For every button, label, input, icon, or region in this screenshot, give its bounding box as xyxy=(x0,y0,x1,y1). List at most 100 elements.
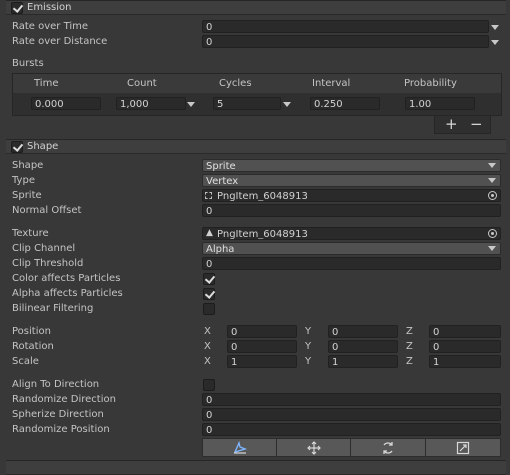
rotation-z-axis-label: Z xyxy=(406,341,413,352)
next-module-header[interactable] xyxy=(6,460,506,475)
emission-enabled-checkbox[interactable] xyxy=(11,2,23,14)
rotation-label: Rotation xyxy=(12,341,54,352)
rate-over-time-dropdown-icon[interactable] xyxy=(491,25,499,30)
remove-burst-button[interactable]: − xyxy=(470,116,483,132)
position-y-axis-label: Y xyxy=(305,326,312,337)
randomize-direction-label: Randomize Direction xyxy=(12,394,116,405)
position-label: Position xyxy=(12,326,51,337)
texture-asset-icon: ▲ xyxy=(206,228,213,238)
alpha-affects-particles-label: Alpha affects Particles xyxy=(12,288,123,299)
scale-icon xyxy=(456,441,470,455)
chevron-down-icon xyxy=(488,163,496,168)
burst-probability-field[interactable]: 1.00 xyxy=(405,97,475,110)
rotation-z-field[interactable]: 0 xyxy=(429,340,501,353)
texture-value: PngItem_6048913 xyxy=(217,229,308,240)
alpha-affects-particles-checkbox[interactable] xyxy=(203,288,215,300)
scale-y-field[interactable]: 1 xyxy=(328,355,398,368)
burst-cycles-dropdown-icon[interactable] xyxy=(283,102,291,107)
randomize-position-field[interactable]: 0 xyxy=(202,423,501,436)
burst-cycles-field[interactable]: 5 xyxy=(213,97,281,110)
rotation-y-axis-label: Y xyxy=(305,341,312,352)
bursts-col-time: Time xyxy=(34,78,59,89)
shape-enabled-checkbox[interactable] xyxy=(11,141,23,153)
rotation-x-field[interactable]: 0 xyxy=(227,340,297,353)
rotate-tool-button[interactable] xyxy=(350,438,426,457)
color-affects-particles-label: Color affects Particles xyxy=(12,273,121,284)
scale-tool-button[interactable] xyxy=(425,438,501,457)
position-z-axis-label: Z xyxy=(406,326,413,337)
texture-label: Texture xyxy=(12,228,49,239)
position-x-axis-label: X xyxy=(204,326,211,337)
shape-dropdown-value: Sprite xyxy=(206,161,236,172)
rotation-x-axis-label: X xyxy=(204,341,211,352)
bursts-footer: + − xyxy=(434,116,491,134)
rate-over-distance-dropdown-icon[interactable] xyxy=(491,40,499,45)
scale-z-axis-label: Z xyxy=(406,356,413,367)
clip-threshold-label: Clip Threshold xyxy=(12,258,84,269)
bilinear-filtering-label: Bilinear Filtering xyxy=(12,303,94,314)
position-x-field[interactable]: 0 xyxy=(227,325,297,338)
edit-shape-button[interactable] xyxy=(202,438,277,457)
bursts-col-cycles: Cycles xyxy=(219,78,252,89)
align-to-direction-checkbox[interactable] xyxy=(203,379,215,391)
clip-channel-value: Alpha xyxy=(206,244,235,255)
rate-over-distance-label: Rate over Distance xyxy=(12,36,108,47)
shape-dropdown[interactable]: Sprite xyxy=(202,159,501,172)
align-to-direction-label: Align To Direction xyxy=(12,379,100,390)
edit-shape-icon xyxy=(233,440,247,454)
bursts-label: Bursts xyxy=(12,58,44,69)
type-dropdown[interactable]: Vertex xyxy=(202,174,501,187)
rate-over-time-label: Rate over Time xyxy=(12,21,89,32)
bursts-header: Time Count Cycles Interval Probability xyxy=(13,74,501,93)
clip-threshold-field[interactable]: 0 xyxy=(202,257,501,270)
scale-label: Scale xyxy=(12,356,39,367)
bursts-col-interval: Interval xyxy=(312,78,351,89)
bilinear-filtering-checkbox[interactable] xyxy=(203,303,215,315)
normal-offset-label: Normal Offset xyxy=(12,205,82,216)
scale-x-axis-label: X xyxy=(204,356,211,367)
rate-over-distance-field[interactable]: 0 xyxy=(202,35,489,48)
object-picker-icon[interactable] xyxy=(488,229,497,238)
normal-offset-field[interactable]: 0 xyxy=(202,204,501,217)
burst-time-field[interactable]: 0.000 xyxy=(31,97,101,110)
clip-channel-label: Clip Channel xyxy=(12,243,76,254)
object-picker-icon[interactable] xyxy=(488,191,497,200)
bursts-col-count: Count xyxy=(127,78,157,89)
sprite-value: PngItem_6048913 xyxy=(217,191,308,202)
scale-z-field[interactable]: 1 xyxy=(429,355,501,368)
move-tool-button[interactable] xyxy=(276,438,351,457)
clip-channel-dropdown[interactable]: Alpha xyxy=(202,242,501,255)
emission-title: Emission xyxy=(27,2,72,13)
chevron-down-icon xyxy=(488,178,496,183)
position-y-field[interactable]: 0 xyxy=(328,325,398,338)
chevron-down-icon xyxy=(488,246,496,251)
scale-y-axis-label: Y xyxy=(305,356,312,367)
sprite-label: Sprite xyxy=(12,190,42,201)
texture-object-field[interactable]: ▲ PngItem_6048913 xyxy=(202,227,501,240)
add-burst-button[interactable]: + xyxy=(445,116,458,132)
sprite-object-field[interactable]: PngItem_6048913 xyxy=(202,189,501,202)
type-label: Type xyxy=(12,175,35,186)
sprite-asset-icon xyxy=(205,192,212,199)
burst-count-field[interactable]: 1,000 xyxy=(116,97,186,110)
bursts-list: Time Count Cycles Interval Probability 0… xyxy=(12,73,502,116)
rotation-y-field[interactable]: 0 xyxy=(328,340,398,353)
shape-label: Shape xyxy=(12,160,44,171)
position-z-field[interactable]: 0 xyxy=(429,325,501,338)
spherize-direction-label: Spherize Direction xyxy=(12,409,104,420)
scale-x-field[interactable]: 1 xyxy=(227,355,297,368)
shape-title: Shape xyxy=(27,141,59,152)
move-icon xyxy=(306,441,321,455)
bursts-col-probability: Probability xyxy=(404,78,457,89)
rate-over-time-field[interactable]: 0 xyxy=(202,20,489,33)
randomize-direction-field[interactable]: 0 xyxy=(202,393,501,406)
randomize-position-label: Randomize Position xyxy=(12,424,110,435)
burst-interval-field[interactable]: 0.250 xyxy=(310,97,380,110)
emission-section-header[interactable]: Emission xyxy=(6,0,506,15)
color-affects-particles-checkbox[interactable] xyxy=(203,273,215,285)
burst-count-dropdown-icon[interactable] xyxy=(187,102,195,107)
rotate-icon xyxy=(383,442,393,454)
type-dropdown-value: Vertex xyxy=(206,176,239,187)
spherize-direction-field[interactable]: 0 xyxy=(202,408,501,421)
shape-section-header[interactable]: Shape xyxy=(6,139,506,154)
